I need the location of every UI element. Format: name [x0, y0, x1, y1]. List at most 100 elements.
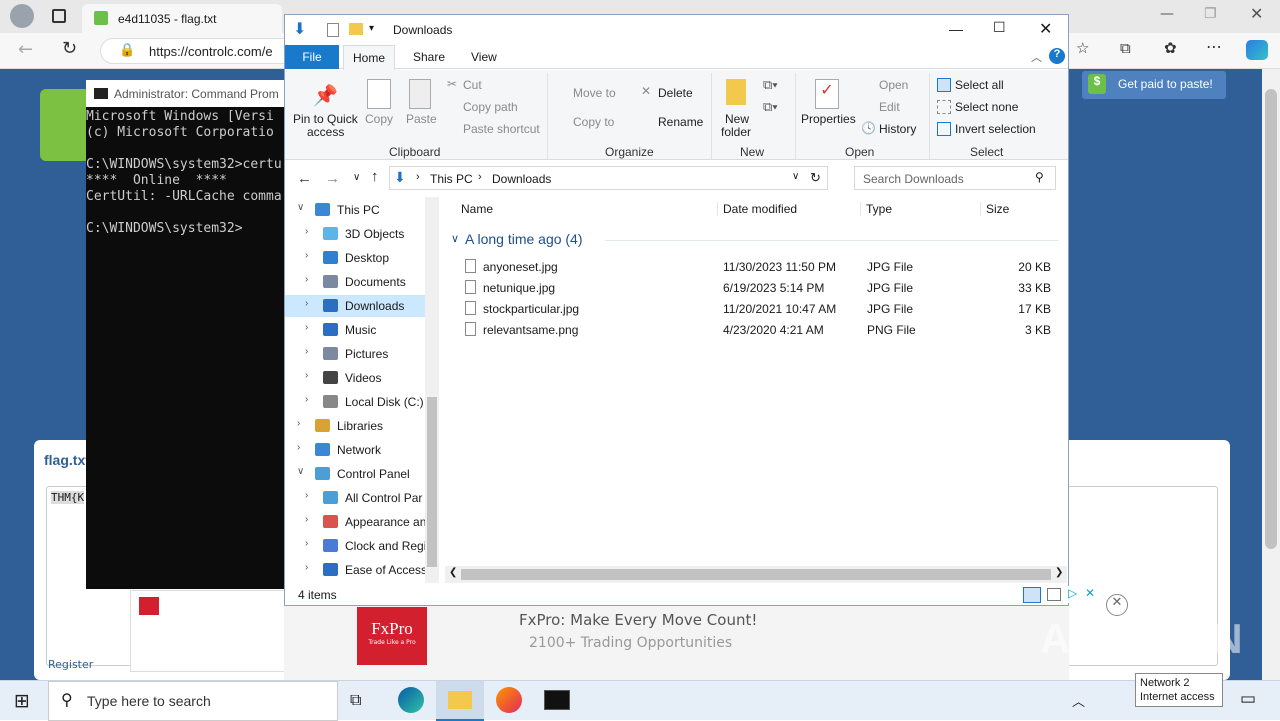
- scroll-left-icon[interactable]: ❮: [449, 567, 457, 578]
- collections-icon[interactable]: ⧉: [1120, 39, 1131, 57]
- rename-button[interactable]: Rename: [658, 115, 703, 129]
- breadcrumb[interactable]: ⬇ › This PC › Downloads ∨ ↻: [389, 166, 828, 190]
- refresh-nav-icon[interactable]: ↻: [810, 170, 821, 186]
- details-view-icon[interactable]: [1023, 587, 1041, 603]
- column-date-modified[interactable]: Date modified: [717, 202, 797, 216]
- trading-chart-ad[interactable]: [130, 590, 286, 672]
- nav-item[interactable]: › Libraries: [285, 415, 425, 437]
- file-explorer-taskbar-icon[interactable]: [436, 681, 484, 721]
- firefox-icon[interactable]: [496, 687, 522, 713]
- column-type[interactable]: Type: [860, 202, 892, 216]
- edge-icon[interactable]: [398, 687, 424, 713]
- tab-home[interactable]: Home: [343, 45, 395, 70]
- task-view-icon[interactable]: ⧉: [350, 690, 361, 710]
- command-prompt-window[interactable]: Administrator: Command Prom Microsoft Wi…: [86, 80, 286, 589]
- expand-icon[interactable]: ›: [305, 394, 308, 405]
- file-row[interactable]: netunique.jpg 6/19/2023 5:14 PM JPG File 33…: [445, 277, 1065, 298]
- collapse-icon[interactable]: ∨: [297, 202, 304, 213]
- select-all-button[interactable]: Select all: [955, 78, 1004, 92]
- page-scrollbar-thumb[interactable]: [1265, 89, 1277, 549]
- explorer-titlebar[interactable]: ⬇ ▾ Downloads — ☐ ✕: [285, 15, 1068, 45]
- nav-item[interactable]: › All Control Par: [285, 487, 425, 509]
- taskbar-search[interactable]: ⚲ Type here to search: [48, 681, 338, 721]
- nav-item[interactable]: ∨ Control Panel: [285, 463, 425, 485]
- nav-item[interactable]: › Appearance an: [285, 511, 426, 533]
- nav-item[interactable]: › 3D Objects: [285, 223, 425, 245]
- recent-locations-icon[interactable]: ∨: [353, 172, 360, 183]
- copy-path-button[interactable]: Copy path: [463, 100, 518, 114]
- expand-icon[interactable]: ›: [305, 562, 308, 573]
- windows-start-icon[interactable]: ⊞: [14, 690, 30, 712]
- folder-qat-icon[interactable]: [349, 23, 363, 35]
- file-row[interactable]: anyoneset.jpg 11/30/2023 11:50 PM JPG File…: [445, 256, 1065, 277]
- minimize-icon[interactable]: —: [949, 21, 963, 37]
- forward-nav-icon[interactable]: →: [325, 170, 340, 187]
- pin-quick-access-button[interactable]: Pin to Quick: [293, 112, 358, 126]
- history-button[interactable]: History: [879, 122, 916, 136]
- group-header[interactable]: A long time ago (4): [465, 231, 583, 247]
- more-icon[interactable]: ⋯: [1206, 37, 1222, 56]
- horizontal-scrollbar[interactable]: ❮ ❯: [445, 566, 1067, 583]
- invert-selection-button[interactable]: Invert selection: [955, 122, 1036, 136]
- copilot-icon[interactable]: [1246, 40, 1268, 60]
- column-size[interactable]: Size: [980, 202, 1009, 216]
- close-browser-icon[interactable]: ✕: [1250, 4, 1263, 23]
- file-row[interactable]: stockparticular.jpg 11/20/2021 10:47 AM JP…: [445, 298, 1065, 319]
- nav-item[interactable]: › Documents: [285, 271, 425, 293]
- horizontal-scrollbar-thumb[interactable]: [461, 569, 1051, 580]
- nav-scrollbar[interactable]: [425, 197, 439, 583]
- browser-tab[interactable]: e4d11035 - flag.txt: [82, 4, 282, 33]
- expand-icon[interactable]: ›: [305, 274, 308, 285]
- new-folder-button[interactable]: New: [725, 112, 749, 126]
- register-link[interactable]: Register: [48, 658, 93, 671]
- select-none-button[interactable]: Select none: [955, 100, 1018, 114]
- help-icon[interactable]: ?: [1049, 48, 1065, 64]
- paste-shortcut-button[interactable]: Paste shortcut: [463, 122, 540, 136]
- adchoices-icon[interactable]: ▷: [1068, 586, 1077, 600]
- file-explorer-window[interactable]: ⬇ ▾ Downloads — ☐ ✕ File Home Share View…: [284, 14, 1069, 606]
- page-scrollbar[interactable]: [1262, 69, 1280, 680]
- minimize-browser-icon[interactable]: —: [1160, 6, 1174, 22]
- breadcrumb-this-pc[interactable]: This PC: [430, 172, 473, 186]
- tab-file[interactable]: File: [285, 45, 339, 69]
- tab-share[interactable]: Share: [413, 50, 445, 64]
- nav-item[interactable]: › Network: [285, 439, 425, 461]
- tray-overflow-icon[interactable]: ︿: [1072, 691, 1085, 710]
- profile-avatar[interactable]: [10, 4, 34, 28]
- maximize-icon[interactable]: ☐: [993, 19, 1006, 36]
- cmd-titlebar[interactable]: Administrator: Command Prom: [86, 80, 286, 107]
- new-item-icon[interactable]: ⧉▾: [763, 77, 778, 93]
- expand-icon[interactable]: ›: [305, 250, 308, 261]
- paste-button[interactable]: Paste: [406, 112, 437, 126]
- cmd-output[interactable]: Microsoft Windows [Versi (c) Microsoft C…: [86, 109, 286, 589]
- copy-button[interactable]: Copy: [365, 112, 393, 126]
- tab-actions-icon[interactable]: [52, 9, 66, 23]
- collapse-icon[interactable]: ∨: [297, 466, 304, 477]
- expand-icon[interactable]: ›: [305, 322, 308, 333]
- favorites-icon[interactable]: ☆: [1076, 39, 1089, 57]
- url-field[interactable]: 🔒 https://controlc.com/e: [100, 38, 300, 64]
- dismiss-ad-icon[interactable]: ✕: [1106, 594, 1128, 616]
- ad-choices[interactable]: ▷ ✕: [1066, 586, 1100, 603]
- file-row[interactable]: relevantsame.png 4/23/2020 4:21 AM PNG Fil…: [445, 319, 1065, 340]
- close-icon[interactable]: ✕: [1039, 19, 1052, 39]
- expand-icon[interactable]: ›: [305, 298, 308, 309]
- nav-scrollbar-thumb[interactable]: [427, 397, 437, 567]
- large-icons-view-icon[interactable]: [1047, 588, 1061, 601]
- nav-item[interactable]: › Downloads: [285, 295, 425, 317]
- open-button[interactable]: Open: [879, 78, 908, 92]
- nav-item[interactable]: ∨ This PC: [285, 199, 425, 221]
- expand-icon[interactable]: ›: [297, 418, 300, 429]
- refresh-icon[interactable]: ↻: [62, 38, 77, 59]
- nav-item[interactable]: › Local Disk (C:): [285, 391, 425, 413]
- breadcrumb-downloads[interactable]: Downloads: [492, 172, 551, 186]
- nav-item[interactable]: › Music: [285, 319, 425, 341]
- properties-button[interactable]: Properties: [801, 112, 856, 126]
- expand-icon[interactable]: ›: [305, 346, 308, 357]
- expand-icon[interactable]: ›: [305, 490, 308, 501]
- expand-icon[interactable]: ›: [305, 514, 308, 525]
- nav-item[interactable]: › Ease of Access: [285, 559, 427, 581]
- column-name[interactable]: Name: [461, 202, 493, 216]
- expand-icon[interactable]: ›: [297, 442, 300, 453]
- back-nav-icon[interactable]: ←: [297, 170, 312, 187]
